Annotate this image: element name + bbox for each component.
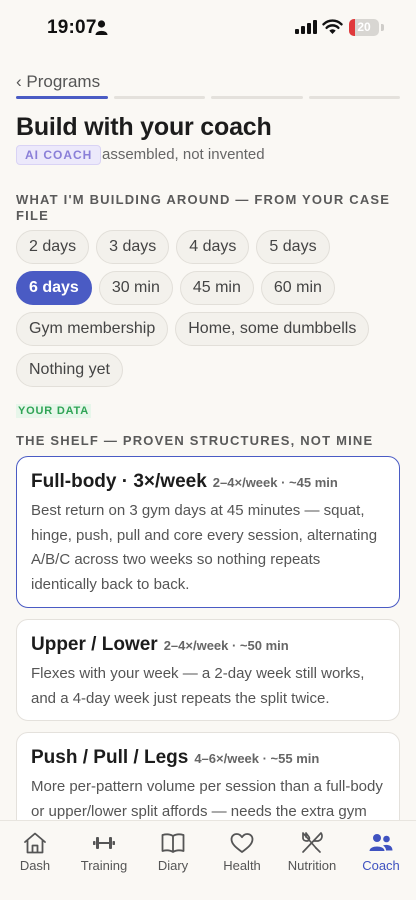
status-time: 19:07	[47, 17, 97, 38]
tab-label: Health	[223, 858, 261, 873]
chip-row-other: Nothing yet	[16, 353, 123, 387]
chip-home-dumbbells[interactable]: Home, some dumbbells	[175, 312, 370, 346]
card-title: Full-body · 3×/week	[31, 471, 207, 492]
card-title: Push / Pull / Legs	[31, 747, 189, 768]
card-meta: 4–6×/week · ~55 min	[194, 751, 320, 766]
section-label-shelf: THE SHELF — PROVEN STRUCTURES, NOT MINE	[16, 433, 374, 448]
chip-row-days: 2 days 3 days 4 days 5 days	[16, 230, 330, 264]
house-icon	[24, 832, 46, 854]
dumbbell-icon	[93, 837, 115, 849]
tab-training[interactable]: Training	[69, 831, 139, 873]
tab-bar: Dash Training Diary Health Nutrition Coa…	[0, 820, 416, 900]
chip-row-sessions: 6 days 30 min 45 min 60 min	[16, 271, 335, 305]
tab-health[interactable]: Health	[207, 831, 277, 873]
tab-label: Nutrition	[287, 858, 337, 873]
program-card-full-body[interactable]: Full-body · 3×/week 2–4×/week · ~45 min …	[16, 456, 400, 608]
tab-label: Training	[80, 858, 128, 873]
chip-4-days[interactable]: 4 days	[176, 230, 250, 264]
ai-coach-subtitle: assembled, not invented	[102, 146, 265, 163]
heart-icon	[230, 833, 254, 853]
tab-label: Diary	[157, 858, 189, 873]
status-bar: 19:07 20	[0, 0, 416, 56]
person-icon	[95, 20, 108, 35]
wifi-icon	[322, 19, 343, 34]
tab-dash[interactable]: Dash	[0, 831, 70, 873]
chip-3-days[interactable]: 3 days	[96, 230, 170, 264]
book-icon	[161, 833, 185, 853]
battery-indicator: 20	[349, 19, 379, 36]
section-label-building: WHAT I'M BUILDING AROUND — FROM YOUR CAS…	[16, 192, 391, 223]
page-title: Build with your coach	[16, 113, 272, 141]
card-title: Upper / Lower	[31, 634, 158, 655]
progress-step-1	[16, 96, 108, 99]
tab-nutrition[interactable]: Nutrition	[277, 831, 347, 873]
your-data-badge: YOUR DATA	[16, 404, 91, 418]
tab-coach[interactable]: Coach	[346, 831, 416, 873]
battery-nub	[381, 24, 384, 31]
chip-row-equipment: Gym membership Home, some dumbbells	[16, 312, 370, 346]
chip-30-min[interactable]: 30 min	[98, 271, 173, 305]
tab-label: Dash	[19, 858, 51, 873]
progress-step-3	[211, 96, 303, 99]
chip-45-min[interactable]: 45 min	[179, 271, 254, 305]
chip-2-days[interactable]: 2 days	[16, 230, 90, 264]
card-description: Flexes with your week — a 2-day week sti…	[31, 665, 365, 707]
program-card-upper-lower[interactable]: Upper / Lower 2–4×/week · ~50 min Flexes…	[16, 619, 400, 721]
card-description: More per-pattern volume per session than…	[31, 778, 383, 820]
signal-icon	[295, 20, 317, 34]
chip-gym-membership[interactable]: Gym membership	[16, 312, 169, 346]
fork-knife-icon	[302, 832, 323, 853]
progress-step-2	[113, 96, 205, 99]
progress-step-4	[308, 96, 400, 99]
back-link[interactable]: ‹ Programs	[16, 72, 100, 92]
tab-diary[interactable]: Diary	[138, 831, 208, 873]
chip-5-days[interactable]: 5 days	[256, 230, 330, 264]
people-icon	[369, 834, 393, 851]
chip-6-days[interactable]: 6 days	[16, 271, 92, 305]
step-progress	[16, 96, 400, 100]
battery-level: 20	[357, 20, 371, 34]
chip-nothing-yet[interactable]: Nothing yet	[16, 353, 123, 387]
chip-60-min[interactable]: 60 min	[260, 271, 335, 305]
tab-label: Coach	[362, 858, 400, 873]
ai-coach-badge: AI COACH	[16, 145, 102, 165]
card-meta: 2–4×/week · ~45 min	[212, 475, 338, 490]
card-description: Best return on 3 gym days at 45 minutes …	[31, 502, 378, 593]
card-meta: 2–4×/week · ~50 min	[163, 638, 289, 653]
back-label: Programs	[26, 72, 101, 91]
